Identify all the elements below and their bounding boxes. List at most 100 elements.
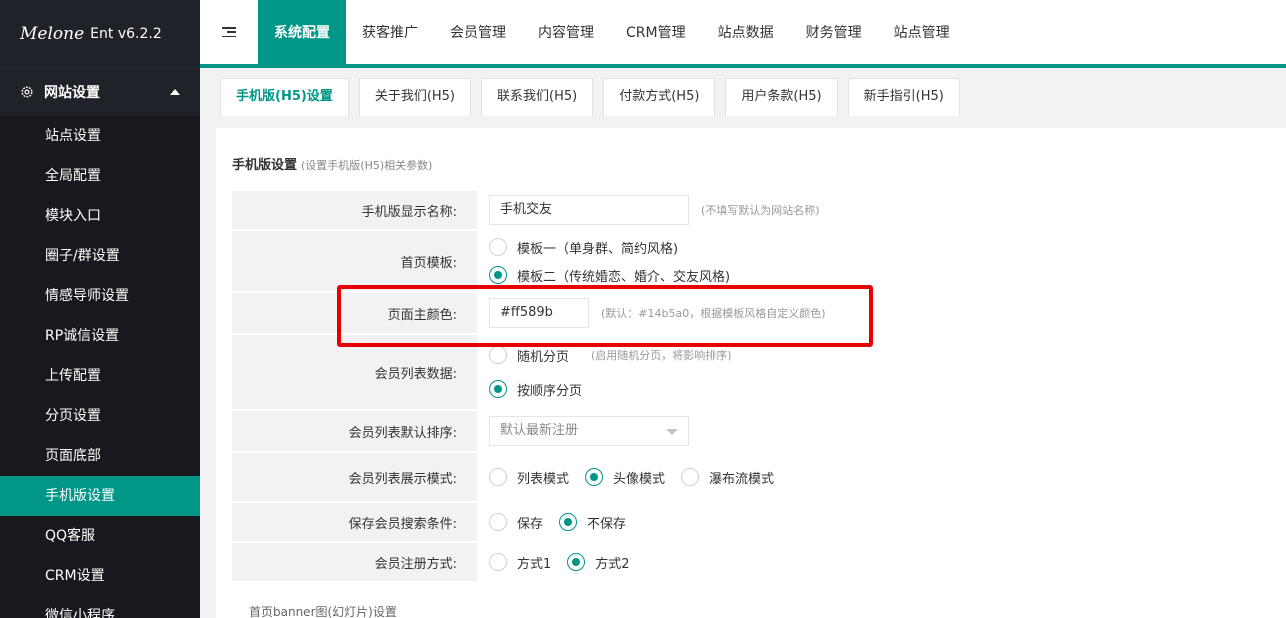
nav-content[interactable]: 内容管理 (522, 0, 610, 64)
radio-label: 列表模式 (517, 471, 570, 487)
radio-label: 随机分页 (517, 349, 570, 365)
gear-icon (21, 86, 33, 98)
radio-icon (489, 513, 507, 531)
sidebar-item-pagination[interactable]: 分页设置 (0, 396, 200, 436)
radio-icon (681, 468, 700, 486)
form-row-register-mode: 会员注册方式: 方式1 方式2 (232, 543, 1286, 583)
sidebar-item-circle-group[interactable]: 圈子/群设置 (0, 236, 200, 276)
menu-toggle-button[interactable] (200, 0, 258, 64)
radio-label: 头像模式 (613, 471, 666, 487)
sequential-page-option[interactable]: 按顺序分页 (489, 375, 582, 403)
field-label: 首页模板: (232, 231, 477, 291)
tab-beginner-guide[interactable]: 新手指引(H5) (847, 78, 960, 116)
list-mode-option[interactable]: 列表模式 (489, 468, 569, 487)
form-row-home-template: 首页模板: 模板一（单身群、简约风格) 模板二（传统婚恋、婚介、交友风格) (232, 231, 1286, 293)
waterfall-mode-option[interactable]: 瀑布流模式 (681, 468, 774, 487)
tab-contact-us[interactable]: 联系我们(H5) (481, 78, 594, 116)
section-title-text: 手机版设置 (232, 158, 298, 173)
sidebar-item-site-settings[interactable]: 站点设置 (0, 116, 200, 156)
form-row-theme-color: 页面主颜色: #ff589b (默认：#14b5a0，根据模板风格自定义颜色) (232, 293, 1286, 335)
save-search-option[interactable]: 保存 (489, 513, 543, 532)
tab-bar: 手机版(H5)设置 关于我们(H5) 联系我们(H5) 付款方式(H5) 用户条… (200, 68, 1286, 116)
form-row-mobile-name: 手机版显示名称: 手机交友 (不填写默认为网站名称) (232, 191, 1286, 231)
radio-icon (489, 346, 507, 364)
radio-label: 按顺序分页 (517, 383, 583, 399)
list-sort-select[interactable]: 默认最新注册 (489, 416, 689, 446)
nav-site-data[interactable]: 站点数据 (702, 0, 790, 64)
tab-about-us[interactable]: 关于我们(H5) (358, 78, 472, 116)
sidebar-item-rp-credit[interactable]: RP诚信设置 (0, 316, 200, 356)
field-value: 保存 不保存 (477, 503, 1286, 541)
radio-label: 保存 (517, 516, 544, 532)
register-mode-1-option[interactable]: 方式1 (489, 553, 551, 572)
field-label: 手机版显示名称: (232, 191, 477, 229)
sidebar-item-mobile-settings[interactable]: 手机版设置 (0, 476, 200, 516)
field-value: 手机交友 (不填写默认为网站名称) (477, 191, 1286, 229)
tab-mobile-h5-settings[interactable]: 手机版(H5)设置 (220, 78, 349, 116)
field-value: 列表模式 头像模式 瀑布流模式 (477, 453, 1286, 501)
sidebar-item-emotion-mentor[interactable]: 情感导师设置 (0, 276, 200, 316)
field-label: 会员列表默认排序: (232, 411, 477, 451)
field-label: 会员列表数据: (232, 335, 477, 409)
logo-mark: Melone (20, 23, 85, 44)
field-value: 默认最新注册 (477, 411, 1286, 451)
radio-checked-icon (489, 266, 507, 284)
app-version: Ent v6.2.2 (90, 25, 162, 42)
tab-user-terms[interactable]: 用户条款(H5) (725, 78, 838, 116)
field-value: 随机分页 (启用随机分页，将影响排序) 按顺序分页 (477, 335, 1286, 409)
sidebar-item-upload-config[interactable]: 上传配置 (0, 356, 200, 396)
no-save-search-option[interactable]: 不保存 (559, 513, 626, 532)
field-value: 方式1 方式2 (477, 543, 1286, 581)
sidebar-item-page-footer[interactable]: 页面底部 (0, 436, 200, 476)
main-panel: 手机版设置 (设置手机版(H5)相关参数) 手机版显示名称: 手机交友 (不填写默… (216, 128, 1286, 618)
logo[interactable]: Melone Ent v6.2.2 (0, 0, 200, 68)
menu-group-label: 网站设置 (44, 85, 100, 101)
sidebar-item-module-entry[interactable]: 模块入口 (0, 196, 200, 236)
radio-icon (489, 238, 507, 256)
form-row-list-sort: 会员列表默认排序: 默认最新注册 (232, 411, 1286, 453)
theme-color-tip: (默认：#14b5a0，根据模板风格自定义颜色) (601, 307, 826, 320)
radio-label: 模板二（传统婚恋、婚介、交友风格) (517, 269, 731, 285)
radio-label: 方式1 (517, 556, 552, 572)
register-mode-2-option[interactable]: 方式2 (567, 553, 630, 572)
nav-crm[interactable]: CRM管理 (610, 0, 702, 64)
random-page-option[interactable]: 随机分页 (启用随机分页，将影响排序) (489, 341, 732, 369)
radio-label: 方式2 (595, 556, 630, 572)
random-page-tip: (启用随机分页，将影响排序) (591, 349, 732, 362)
form-row-save-search: 保存会员搜索条件: 保存 不保存 (232, 503, 1286, 543)
radio-icon (489, 553, 507, 571)
sidebar-item-qq-service[interactable]: QQ客服 (0, 516, 200, 556)
sidebar-item-crm-settings[interactable]: CRM设置 (0, 556, 200, 596)
field-value: 模板一（单身群、简约风格) 模板二（传统婚恋、婚介、交友风格) (477, 231, 1286, 291)
nav-finance[interactable]: 财务管理 (790, 0, 878, 64)
radio-label: 不保存 (587, 516, 627, 532)
field-label: 会员注册方式: (232, 543, 477, 581)
submenu: 站点设置 全局配置 模块入口 圈子/群设置 情感导师设置 RP诚信设置 上传配置… (0, 116, 200, 618)
field-label: 会员列表展示模式: (232, 453, 477, 501)
sidebar-item-wechat-miniprogram[interactable]: 微信小程序 (0, 596, 200, 618)
nav-system-config[interactable]: 系统配置 (258, 0, 346, 64)
menu-icon (222, 27, 236, 37)
section-title: 手机版设置 (设置手机版(H5)相关参数) (232, 154, 432, 173)
theme-color-input[interactable]: #ff589b (489, 298, 589, 328)
radio-checked-icon (567, 553, 586, 571)
nav-site-management[interactable]: 站点管理 (878, 0, 966, 64)
template-option-1[interactable]: 模板一（单身群、简约风格) (489, 233, 678, 261)
template-option-2[interactable]: 模板二（传统婚恋、婚介、交友风格) (489, 261, 730, 289)
radio-checked-icon (559, 513, 578, 531)
caret-down-icon (666, 429, 678, 435)
settings-form: 手机版显示名称: 手机交友 (不填写默认为网站名称) 首页模板: 模板一（单身群… (232, 191, 1286, 583)
nav-members[interactable]: 会员管理 (434, 0, 522, 64)
radio-label: 模板一（单身群、简约风格) (517, 241, 679, 257)
section-hint: (设置手机版(H5)相关参数) (301, 159, 433, 172)
top-nav: 系统配置 获客推广 会员管理 内容管理 CRM管理 站点数据 财务管理 站点管理 (200, 0, 1286, 68)
avatar-mode-option[interactable]: 头像模式 (585, 468, 665, 487)
tab-payment-methods[interactable]: 付款方式(H5) (603, 78, 716, 116)
radio-checked-icon (585, 468, 604, 486)
radio-label: 瀑布流模式 (709, 471, 775, 487)
mobile-name-input[interactable]: 手机交友 (489, 195, 689, 225)
nav-acquisition[interactable]: 获客推广 (346, 0, 434, 64)
menu-group-website-settings[interactable]: 网站设置 (0, 68, 200, 116)
banner-settings-heading: 首页banner图(幻灯片)设置 (249, 605, 397, 618)
sidebar-item-global-config[interactable]: 全局配置 (0, 156, 200, 196)
